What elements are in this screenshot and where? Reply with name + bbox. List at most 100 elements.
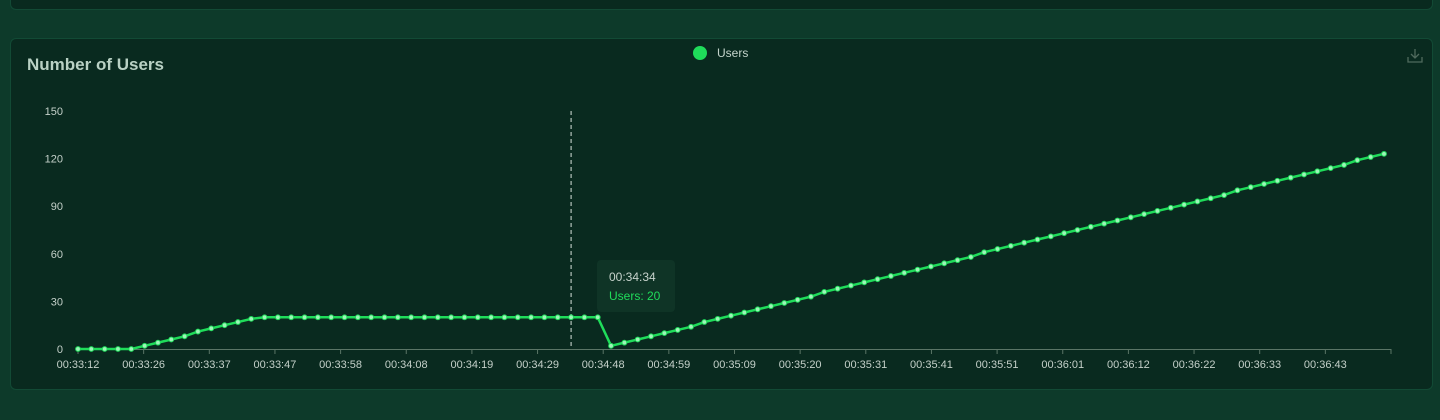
data-point [75,346,81,352]
data-point [1207,195,1214,202]
x-tick-label: 00:34:59 [647,359,690,371]
data-point [1367,154,1374,160]
data-point [101,346,108,352]
data-point [741,309,748,316]
data-point [1021,239,1028,246]
data-point [1287,174,1294,181]
y-tick-label: 150 [45,106,63,118]
data-point [115,346,121,352]
data-point [381,314,388,321]
data-point [1327,165,1334,172]
data-point [1221,192,1227,198]
data-point [1114,217,1121,224]
data-point [768,303,774,310]
data-point [181,333,188,340]
data-point [1341,162,1347,168]
data-point [1127,214,1134,221]
data-point [261,314,268,321]
data-point [1087,223,1094,230]
x-tick-label: 00:34:08 [385,359,428,371]
data-point [941,260,948,267]
tooltip: 00:34:34 Users: 20 [597,260,675,312]
data-point [634,336,641,343]
data-point [434,314,441,321]
data-point [208,325,215,332]
x-tick-label: 00:34:19 [450,359,493,371]
top-panel [10,0,1433,10]
data-point [448,314,455,321]
data-point [754,306,761,313]
data-point [861,279,868,286]
data-point [781,300,788,306]
data-point [314,314,321,321]
data-point [927,263,934,270]
x-tick-label: 00:36:12 [1107,359,1150,371]
data-point [155,339,161,346]
data-point [141,342,148,349]
y-tick-label: 90 [51,201,63,213]
x-tick-label: 00:35:09 [713,359,756,371]
data-point [554,314,561,321]
data-point [168,336,175,343]
data-point [1154,208,1161,214]
data-point [368,314,375,321]
x-tick-label: 00:34:48 [582,359,625,371]
data-point [1354,157,1361,164]
data-point [608,342,614,349]
data-point [594,314,601,321]
data-point [221,322,228,329]
data-point [648,333,654,340]
data-point [354,314,361,321]
data-point [1261,181,1267,187]
data-point [541,314,548,321]
data-point [621,339,628,346]
data-point [901,269,908,276]
tooltip-time: 00:34:34 [609,270,656,284]
data-point [1141,211,1148,218]
data-point [1181,201,1188,208]
data-point [568,314,574,321]
y-tick-label: 120 [45,154,63,166]
data-point [248,315,255,322]
data-point [1047,233,1054,240]
data-point [688,323,694,330]
x-tick-label: 00:35:31 [844,359,887,371]
data-point [728,312,734,319]
data-point [1274,177,1281,184]
x-tick-label: 00:33:58 [319,359,362,371]
x-tick-label: 00:33:37 [188,359,231,371]
data-point [328,314,335,321]
data-point [341,314,348,321]
data-point [1061,230,1068,237]
series-line-users [78,152,1385,351]
data-point [967,254,974,260]
x-tick-label: 00:36:01 [1041,359,1084,371]
data-point [808,293,814,300]
data-point [1301,171,1307,178]
data-point [848,282,854,289]
data-point [1234,187,1241,194]
data-point [1381,150,1387,157]
y-tick-label: 30 [51,296,63,308]
data-point [488,314,495,321]
data-point [1194,198,1201,205]
chart-card: Number of Users Users 0 30 60 90 120 150 00:3… [10,38,1433,390]
data-point [1167,204,1174,211]
data-point [128,346,135,352]
data-point [821,288,828,295]
data-point [394,314,401,321]
data-point [195,328,201,335]
x-tick-label: 00:36:33 [1238,359,1281,371]
data-point [661,330,668,337]
data-point [501,314,508,321]
data-point [288,314,295,321]
data-point [1314,168,1321,175]
x-tick-label: 00:35:41 [910,359,953,371]
data-point [1074,227,1081,233]
data-point [874,276,881,283]
y-tick-label: 0 [57,344,63,356]
plot-area: 0 30 60 90 120 150 00:33:12 00:33:26 00:33:37 00… [45,106,1392,371]
x-tick-label: 00:36:22 [1173,359,1216,371]
x-tick-label: 00:35:20 [779,359,822,371]
data-point [235,319,241,325]
